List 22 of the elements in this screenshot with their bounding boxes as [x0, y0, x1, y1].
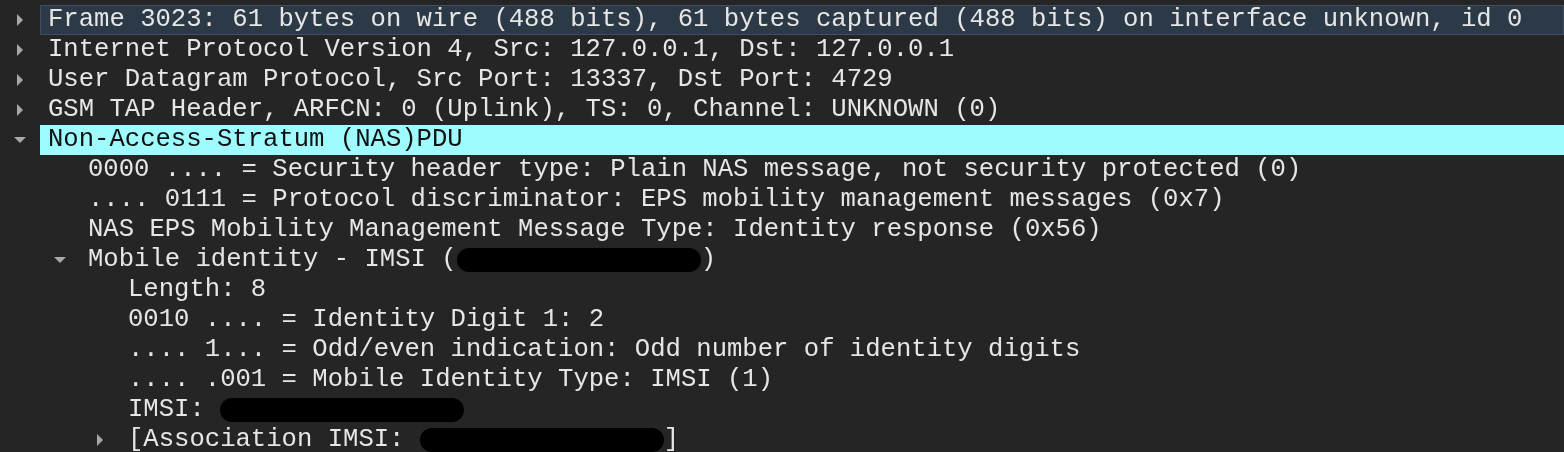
tree-item[interactable]: Non-Access-Stratum (NAS)PDU: [40, 125, 1564, 155]
tree-item[interactable]: Length: 8: [120, 275, 1564, 305]
expand-arrow-icon[interactable]: [14, 14, 26, 26]
tree-item[interactable]: [Association IMSI: ]: [120, 425, 1564, 452]
tree-item[interactable]: 0010 .... = Identity Digit 1: 2: [120, 305, 1564, 335]
expand-arrow-icon[interactable]: [14, 74, 26, 86]
tree-item[interactable]: 0000 .... = Security header type: Plain NAS message, not security protected (0): [80, 155, 1564, 185]
collapse-arrow-icon[interactable]: [14, 134, 26, 146]
tree-item[interactable]: User Datagram Protocol, Src Port: 13337, Dst Port: 4729: [40, 65, 1564, 95]
tree-item[interactable]: .... 0111 = Protocol discriminator: EPS mobility management messages (0x7): [80, 185, 1564, 215]
tree-item[interactable]: Frame 3023: 61 bytes on wire (488 bits), 61 bytes captured (488 bits) on interface unknown, id 0: [40, 5, 1564, 35]
tree-item[interactable]: Mobile identity - IMSI ( ): [80, 245, 1564, 275]
expand-arrow-icon[interactable]: [94, 434, 106, 446]
tree-item[interactable]: .... .001 = Mobile Identity Type: IMSI (1): [120, 365, 1564, 395]
expand-arrow-icon[interactable]: [14, 104, 26, 116]
tree-item[interactable]: IMSI:: [120, 395, 1564, 425]
tree-item[interactable]: .... 1... = Odd/even indication: Odd number of identity digits: [120, 335, 1564, 365]
tree-item[interactable]: Internet Protocol Version 4, Src: 127.0.0.1, Dst: 127.0.0.1: [40, 35, 1564, 65]
expand-arrow-icon[interactable]: [14, 44, 26, 56]
tree-item[interactable]: GSM TAP Header, ARFCN: 0 (Uplink), TS: 0, Channel: UNKNOWN (0): [40, 95, 1564, 125]
collapse-arrow-icon[interactable]: [54, 254, 66, 266]
tree-item[interactable]: NAS EPS Mobility Management Message Type: Identity response (0x56): [80, 215, 1564, 245]
